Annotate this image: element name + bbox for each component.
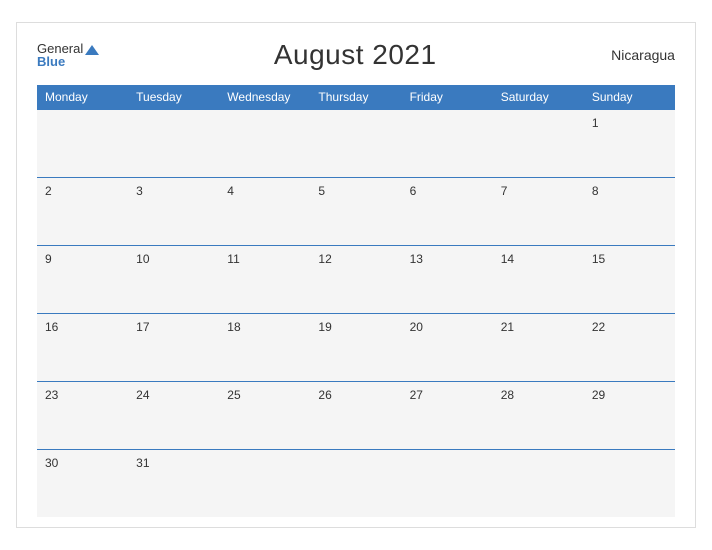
calendar-grid: 1234567891011121314151617181920212223242…: [37, 109, 675, 517]
day-cell: 13: [402, 245, 493, 313]
day-cell: 14: [493, 245, 584, 313]
day-number: 14: [501, 252, 514, 266]
day-cell: 17: [128, 313, 219, 381]
day-number: 10: [136, 252, 149, 266]
day-number: 11: [227, 252, 239, 266]
day-header-sunday: Sunday: [584, 85, 675, 109]
logo-triangle-icon: [85, 45, 99, 55]
calendar: General Blue August 2021 Nicaragua Monda…: [16, 22, 696, 528]
logo-blue-text: Blue: [37, 55, 65, 68]
day-cell: 18: [219, 313, 310, 381]
day-header-tuesday: Tuesday: [128, 85, 219, 109]
day-number: 17: [136, 320, 149, 334]
day-header-thursday: Thursday: [310, 85, 401, 109]
country-label: Nicaragua: [611, 47, 675, 63]
day-cell: 23: [37, 381, 128, 449]
day-number: 15: [592, 252, 605, 266]
day-number: 18: [227, 320, 240, 334]
day-header-friday: Friday: [402, 85, 493, 109]
day-cell: 5: [310, 177, 401, 245]
day-cell: [493, 109, 584, 177]
day-cell: 22: [584, 313, 675, 381]
day-number: 30: [45, 456, 58, 470]
day-number: 27: [410, 388, 423, 402]
day-number: 31: [136, 456, 149, 470]
day-cell: [219, 109, 310, 177]
day-cell: 30: [37, 449, 128, 517]
day-header-saturday: Saturday: [493, 85, 584, 109]
day-cell: [310, 449, 401, 517]
day-number: 13: [410, 252, 423, 266]
day-cell: 20: [402, 313, 493, 381]
day-cell: [402, 449, 493, 517]
day-cell: 10: [128, 245, 219, 313]
day-number: 16: [45, 320, 58, 334]
day-cell: [219, 449, 310, 517]
day-cell: 7: [493, 177, 584, 245]
day-number: 5: [318, 184, 325, 198]
day-cell: 1: [584, 109, 675, 177]
day-number: 8: [592, 184, 599, 198]
day-cell: [584, 449, 675, 517]
day-cell: [128, 109, 219, 177]
day-cell: 9: [37, 245, 128, 313]
day-cell: 19: [310, 313, 401, 381]
day-cell: 28: [493, 381, 584, 449]
calendar-header: General Blue August 2021 Nicaragua: [37, 39, 675, 71]
day-cell: [402, 109, 493, 177]
day-cell: 2: [37, 177, 128, 245]
day-header-monday: Monday: [37, 85, 128, 109]
day-cell: 11: [219, 245, 310, 313]
day-cell: [310, 109, 401, 177]
day-number: 24: [136, 388, 149, 402]
day-number: 7: [501, 184, 508, 198]
day-number: 3: [136, 184, 143, 198]
days-header: Monday Tuesday Wednesday Thursday Friday…: [37, 85, 675, 109]
day-cell: 4: [219, 177, 310, 245]
day-number: 2: [45, 184, 52, 198]
day-cell: [493, 449, 584, 517]
day-number: 4: [227, 184, 234, 198]
day-number: 26: [318, 388, 331, 402]
day-number: 29: [592, 388, 605, 402]
day-number: 1: [592, 116, 599, 130]
day-cell: 24: [128, 381, 219, 449]
day-cell: [37, 109, 128, 177]
day-cell: 25: [219, 381, 310, 449]
day-number: 21: [501, 320, 514, 334]
day-number: 9: [45, 252, 52, 266]
day-number: 12: [318, 252, 331, 266]
day-cell: 8: [584, 177, 675, 245]
day-number: 28: [501, 388, 514, 402]
day-number: 6: [410, 184, 417, 198]
day-number: 19: [318, 320, 331, 334]
day-cell: 31: [128, 449, 219, 517]
day-cell: 6: [402, 177, 493, 245]
day-number: 23: [45, 388, 58, 402]
day-cell: 27: [402, 381, 493, 449]
day-cell: 29: [584, 381, 675, 449]
day-cell: 15: [584, 245, 675, 313]
day-number: 20: [410, 320, 423, 334]
day-number: 25: [227, 388, 240, 402]
day-cell: 26: [310, 381, 401, 449]
day-cell: 16: [37, 313, 128, 381]
day-header-wednesday: Wednesday: [219, 85, 310, 109]
day-number: 22: [592, 320, 605, 334]
calendar-title: August 2021: [274, 39, 437, 71]
day-cell: 3: [128, 177, 219, 245]
day-cell: 12: [310, 245, 401, 313]
logo: General Blue: [37, 42, 99, 68]
day-cell: 21: [493, 313, 584, 381]
